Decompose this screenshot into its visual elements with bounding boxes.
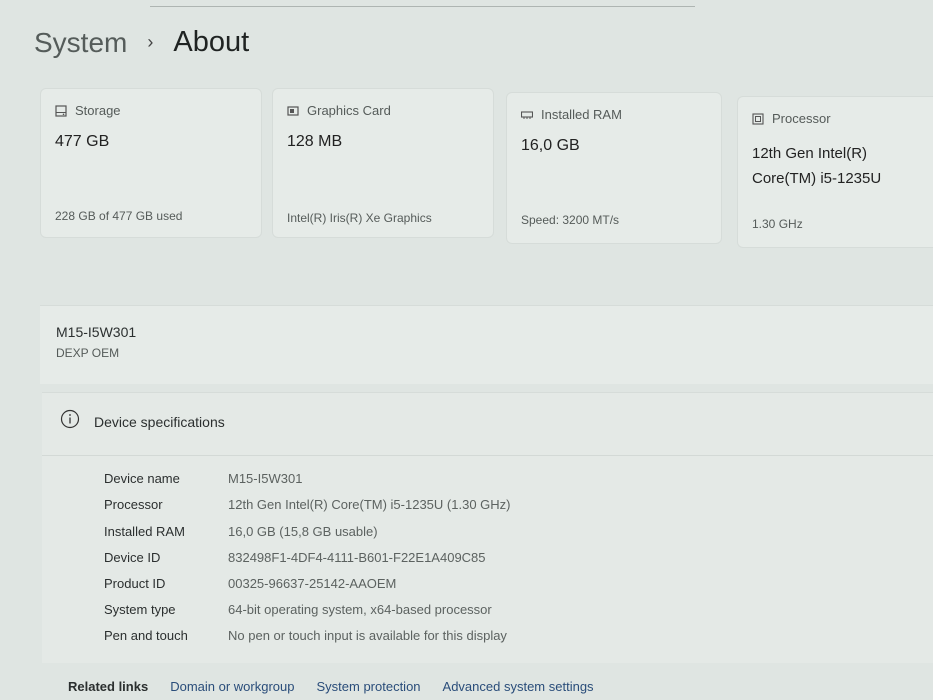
ram-icon	[521, 109, 533, 121]
ram-label: Installed RAM	[541, 107, 622, 122]
top-divider	[150, 6, 695, 7]
breadcrumb: System › About	[34, 26, 249, 59]
spec-row-device-name: Device name M15-I5W301	[104, 471, 302, 486]
domain-or-workgroup-link[interactable]: Domain or workgroup	[170, 679, 294, 694]
storage-usage: 228 GB of 477 GB used	[55, 209, 183, 223]
processor-icon	[752, 112, 764, 125]
storage-value: 477 GB	[55, 133, 110, 150]
processor-label: Processor	[772, 111, 831, 126]
device-oem: DEXP OEM	[56, 346, 120, 360]
spec-label: Installed RAM	[104, 524, 185, 539]
spec-value: 00325-96637-25142-AAOEM	[228, 576, 397, 591]
related-links-bar: Related links Domain or workgroup System…	[0, 672, 933, 700]
spec-value: 12th Gen Intel(R) Core(TM) i5-1235U (1.3…	[228, 497, 511, 512]
page-title: About	[173, 26, 250, 58]
ram-card-header: Installed RAM	[521, 107, 622, 122]
spec-label: Product ID	[104, 576, 166, 591]
spec-row-product-id: Product ID 00325-96637-25142-AAOEM	[104, 576, 396, 591]
spec-value: 16,0 GB (15,8 GB usable)	[228, 524, 378, 539]
spec-value: M15-I5W301	[228, 471, 303, 486]
spec-value: No pen or touch input is available for t…	[228, 628, 507, 643]
processor-value: 12th Gen Intel(R) Core(TM) i5-1235U	[752, 141, 881, 191]
info-icon	[60, 409, 80, 434]
spec-label: Device name	[104, 471, 180, 486]
ram-speed: Speed: 3200 MT/s	[521, 213, 620, 227]
spec-row-pen-and-touch: Pen and touch No pen or touch input is a…	[104, 628, 507, 643]
breadcrumb-system[interactable]: System	[34, 27, 127, 59]
advanced-system-settings-link[interactable]: Advanced system settings	[443, 679, 594, 694]
processor-value-line1: 12th Gen Intel(R)	[752, 145, 868, 162]
breadcrumb-separator-icon: ›	[147, 32, 154, 52]
graphics-card-icon	[287, 105, 299, 117]
storage-icon	[55, 104, 67, 117]
storage-card: Storage 477 GB 228 GB of 477 GB used	[40, 88, 262, 238]
processor-value-line2: Core(TM) i5-1235U	[752, 170, 882, 187]
device-specifications-section: Device specifications Device name M15-I5…	[42, 392, 933, 663]
graphics-card-header: Graphics Card	[287, 103, 391, 118]
spec-label: Device ID	[104, 550, 161, 565]
spec-row-device-id: Device ID 832498F1-4DF4-4111-B601-F22E1A…	[104, 550, 486, 565]
device-specifications-title: Device specifications	[94, 413, 225, 430]
ram-value: 16,0 GB	[521, 137, 580, 154]
spec-row-installed-ram: Installed RAM 16,0 GB (15,8 GB usable)	[104, 524, 378, 539]
processor-card: Processor 12th Gen Intel(R) Core(TM) i5-…	[737, 96, 933, 248]
specs-divider	[42, 455, 933, 456]
spec-label: Processor	[104, 497, 163, 512]
storage-label: Storage	[75, 103, 121, 118]
system-protection-link[interactable]: System protection	[316, 679, 420, 694]
graphics-card-model: Intel(R) Iris(R) Xe Graphics	[287, 211, 432, 225]
device-name: M15-I5W301	[56, 324, 137, 340]
device-specifications-header[interactable]: Device specifications	[60, 409, 225, 434]
storage-card-header: Storage	[55, 103, 121, 118]
graphics-card-value: 128 MB	[287, 133, 343, 150]
ram-card: Installed RAM 16,0 GB Speed: 3200 MT/s	[506, 92, 722, 244]
related-links-title: Related links	[68, 678, 149, 694]
graphics-card-label: Graphics Card	[307, 103, 391, 118]
processor-card-header: Processor	[752, 111, 831, 126]
spec-row-processor: Processor 12th Gen Intel(R) Core(TM) i5-…	[104, 497, 510, 512]
spec-value: 64-bit operating system, x64-based proce…	[228, 602, 492, 617]
device-name-card: M15-I5W301 DEXP OEM	[40, 305, 933, 384]
spec-value: 832498F1-4DF4-4111-B601-F22E1A409C85	[228, 550, 486, 565]
spec-row-system-type: System type 64-bit operating system, x64…	[104, 602, 492, 617]
spec-label: System type	[104, 602, 176, 617]
graphics-card: Graphics Card 128 MB Intel(R) Iris(R) Xe…	[272, 88, 494, 238]
processor-speed: 1.30 GHz	[752, 217, 803, 231]
spec-label: Pen and touch	[104, 628, 188, 643]
